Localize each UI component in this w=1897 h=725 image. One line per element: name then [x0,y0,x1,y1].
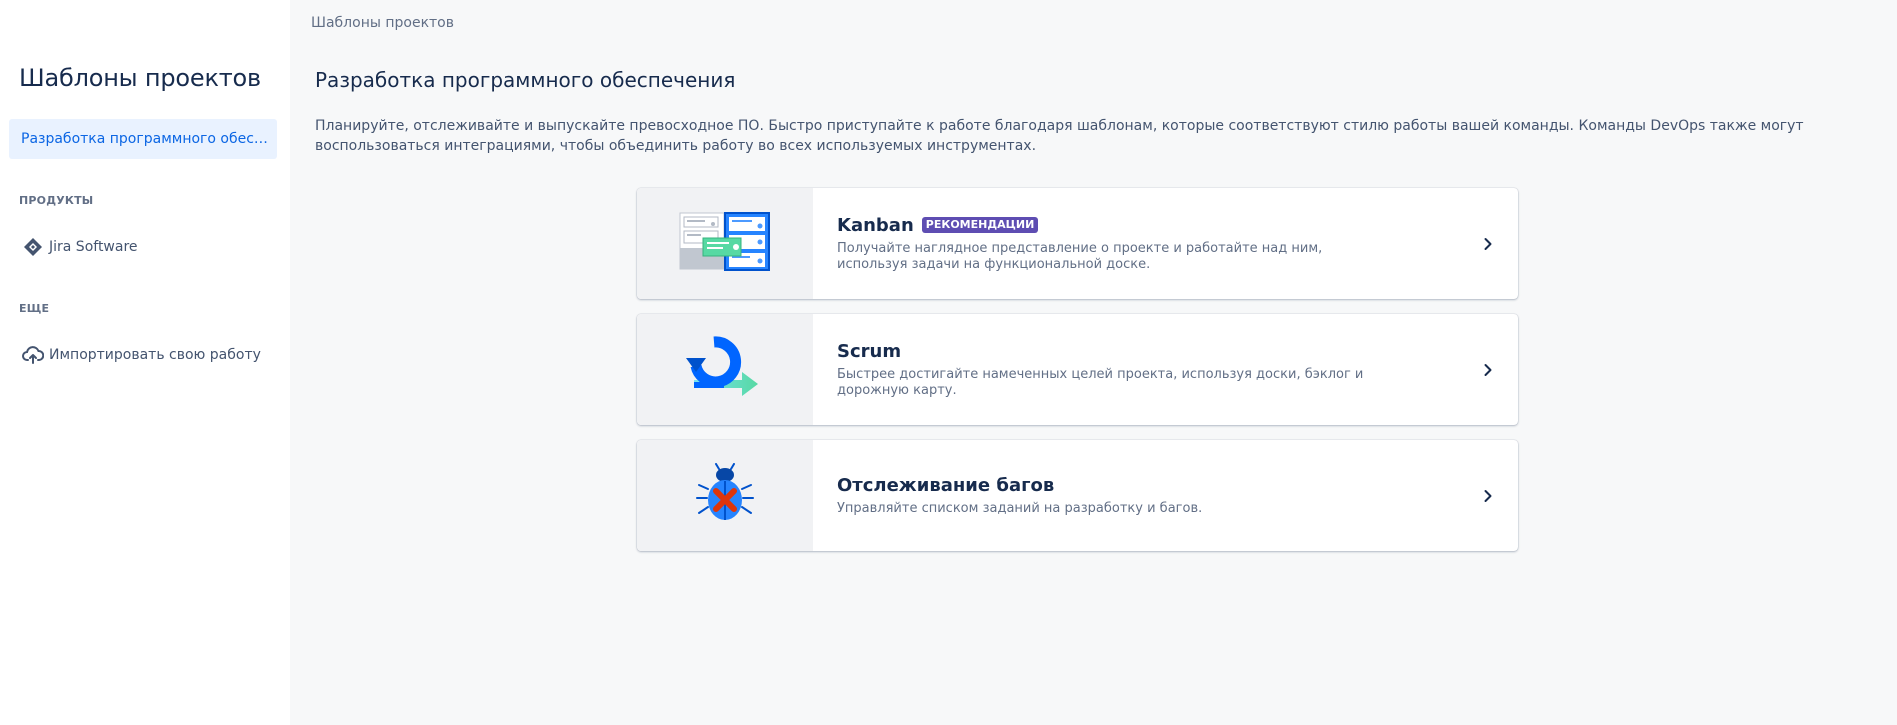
template-card-body: Scrum Быстрее достигайте намеченных целе… [813,314,1458,425]
recommended-badge: РЕКОМЕНДАЦИИ [921,217,1039,233]
template-card-description: Получайте наглядное представление о прое… [837,240,1323,272]
breadcrumb[interactable]: Шаблоны проектов [311,15,454,31]
sidebar-item-import-work[interactable]: Импортировать свою работу [22,343,261,367]
chevron-right-icon [1458,314,1518,425]
scrum-cycle-icon [684,335,766,404]
page-title: Разработка программного обеспечения [315,68,736,92]
template-card-body: Отслеживание багов Управляйте списком за… [813,440,1458,551]
template-card-image [637,440,813,551]
template-card-description: Быстрее достигайте намеченных целей прое… [837,366,1364,398]
template-card-kanban[interactable]: Kanban РЕКОМЕНДАЦИИ Получайте наглядное … [637,188,1518,299]
template-card-image [637,188,813,299]
template-card-scrum[interactable]: Scrum Быстрее достигайте намеченных целе… [637,314,1518,425]
main-content: Шаблоны проектов Разработка программного… [290,0,1897,725]
section-label-more: ЕЩЕ [19,302,50,315]
section-label-products: ПРОДУКТЫ [19,194,94,207]
template-card-title: Scrum [837,340,902,362]
sidebar-item-software-development[interactable]: Разработка программного обеспечения [9,119,277,159]
sidebar-item-jira-software[interactable]: Jira Software [22,235,138,259]
page-description: Планируйте, отслеживайте и выпускайте пр… [315,118,1804,154]
sidebar-item-label: Импортировать свою работу [49,347,261,363]
template-card-title: Kanban [837,214,914,236]
jira-diamond-icon [22,236,44,258]
sidebar-item-label: Разработка программного обеспечения [21,131,271,147]
template-card-bug-tracking[interactable]: Отслеживание багов Управляйте списком за… [637,440,1518,551]
template-card-description: Управляйте списком заданий на разработку… [837,500,1203,516]
sidebar: Шаблоны проектов Разработка программного… [0,0,290,725]
cloud-upload-icon [22,344,44,366]
sidebar-title: Шаблоны проектов [19,64,261,92]
chevron-right-icon [1458,440,1518,551]
template-card-image [637,314,813,425]
kanban-board-icon [679,211,771,276]
bug-icon [695,462,755,529]
sidebar-item-label: Jira Software [49,239,138,255]
chevron-right-icon [1458,188,1518,299]
template-card-body: Kanban РЕКОМЕНДАЦИИ Получайте наглядное … [813,188,1458,299]
template-card-title: Отслеживание багов [837,474,1055,496]
